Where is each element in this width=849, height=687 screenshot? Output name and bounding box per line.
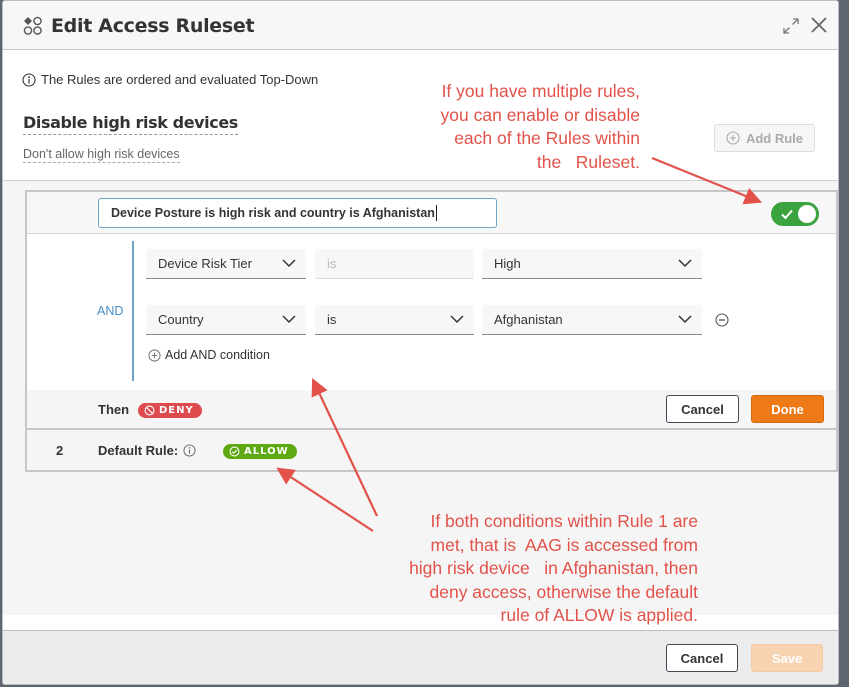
annotation-line: high risk device in Afghanistan, then	[409, 558, 698, 578]
annotation-line: you can enable or disable	[440, 104, 640, 125]
info-message: The Rules are ordered and evaluated Top-…	[22, 72, 318, 87]
info-text: The Rules are ordered and evaluated Top-…	[41, 72, 319, 87]
add-and-condition-label: Add AND condition	[165, 348, 270, 362]
condition-2-attribute-select[interactable]: Country	[146, 305, 306, 335]
condition-2-operator: is	[327, 312, 337, 327]
rule-1-conditions: AND Device Risk Tier is High Country is	[27, 234, 836, 390]
chevron-down-icon	[282, 315, 296, 324]
dialog-footer: Cancel Save	[3, 630, 838, 684]
annotation-line: deny access, otherwise the default	[429, 581, 699, 602]
condition-1-value-select[interactable]: High	[482, 249, 702, 279]
add-rule-button[interactable]: Add Rule	[714, 124, 815, 152]
condition-1-operator: is	[327, 256, 337, 271]
ruleset-icon	[23, 16, 42, 35]
condition-2-operator-select[interactable]: is	[315, 305, 474, 335]
info-icon[interactable]	[183, 444, 196, 457]
annotation-line: each of the Rules within	[454, 128, 640, 148]
rule-enabled-toggle[interactable]	[771, 202, 819, 226]
dialog-header: Edit Access Ruleset	[3, 1, 838, 50]
and-group-bar	[132, 241, 134, 381]
cancel-button[interactable]: Cancel	[666, 644, 738, 672]
condition-2-value-select[interactable]: Afghanistan	[482, 305, 702, 335]
rules-list: Device Posture is high risk and country …	[25, 190, 838, 472]
allow-badge-label: ALLOW	[244, 446, 289, 457]
rule-done-button[interactable]: Done	[751, 395, 824, 423]
condition-2-attribute: Country	[158, 312, 204, 327]
rule-number: 2	[56, 443, 64, 458]
rule-cancel-button[interactable]: Cancel	[666, 395, 739, 423]
save-button[interactable]: Save	[751, 644, 823, 672]
check-icon	[781, 209, 793, 220]
condition-2-value: Afghanistan	[494, 312, 563, 327]
expand-icon[interactable]	[782, 17, 800, 35]
rule-name-value: Device Posture is high risk and country …	[111, 206, 435, 220]
chevron-down-icon	[678, 315, 692, 324]
chevron-down-icon	[678, 259, 692, 268]
annotation-rule-logic-note: If both conditions within Rule 1 are met…	[330, 510, 698, 628]
info-icon	[22, 72, 36, 87]
default-rule-text: Default Rule:	[98, 443, 179, 458]
add-rule-label: Add Rule	[745, 130, 804, 146]
plus-circle-icon	[148, 348, 161, 362]
block-icon	[144, 405, 155, 416]
annotation-line: If you have multiple rules,	[441, 81, 640, 101]
annotation-toggle-note: If you have multiple rules, you can enab…	[380, 80, 640, 174]
rule-name-input[interactable]: Device Posture is high risk and country …	[98, 198, 497, 228]
condition-1-value: High	[494, 256, 521, 271]
remove-condition-icon[interactable]	[715, 313, 729, 327]
plus-circle-icon	[726, 131, 740, 145]
chevron-down-icon	[282, 259, 296, 268]
condition-1-operator-select: is	[315, 249, 474, 279]
close-icon[interactable]	[809, 15, 829, 35]
and-operator-label: AND	[97, 304, 124, 318]
rule-1-action-row: Then DENY Cancel Done	[27, 390, 836, 430]
condition-1-attribute: Device Risk Tier	[158, 256, 252, 271]
deny-badge-label: DENY	[159, 405, 194, 416]
text-cursor	[435, 205, 437, 221]
dialog-title: Edit Access Ruleset	[51, 15, 255, 37]
default-rule-label: Default Rule:	[98, 443, 196, 458]
deny-badge[interactable]: DENY	[138, 403, 202, 418]
ruleset-name[interactable]: Disable high risk devices	[23, 113, 238, 135]
rule-1-header: Device Posture is high risk and country …	[27, 192, 836, 234]
chevron-down-icon	[450, 315, 464, 324]
check-circle-icon	[229, 446, 240, 457]
annotation-line: If both conditions within Rule 1 are	[430, 511, 698, 531]
then-label: Then	[98, 402, 130, 417]
annotation-line: met, that is AAG is accessed from	[430, 534, 698, 555]
rule-2-row[interactable]: 2 Default Rule: ALLOW	[27, 430, 836, 470]
condition-1-attribute-select[interactable]: Device Risk Tier	[146, 249, 306, 279]
annotation-line: the Ruleset.	[536, 151, 640, 172]
ruleset-description[interactable]: Don't allow high risk devices	[23, 147, 180, 163]
toggle-knob	[798, 205, 816, 223]
allow-badge: ALLOW	[223, 444, 297, 459]
add-and-condition-button[interactable]: Add AND condition	[148, 348, 270, 362]
annotation-line: rule of ALLOW is applied.	[500, 605, 698, 625]
